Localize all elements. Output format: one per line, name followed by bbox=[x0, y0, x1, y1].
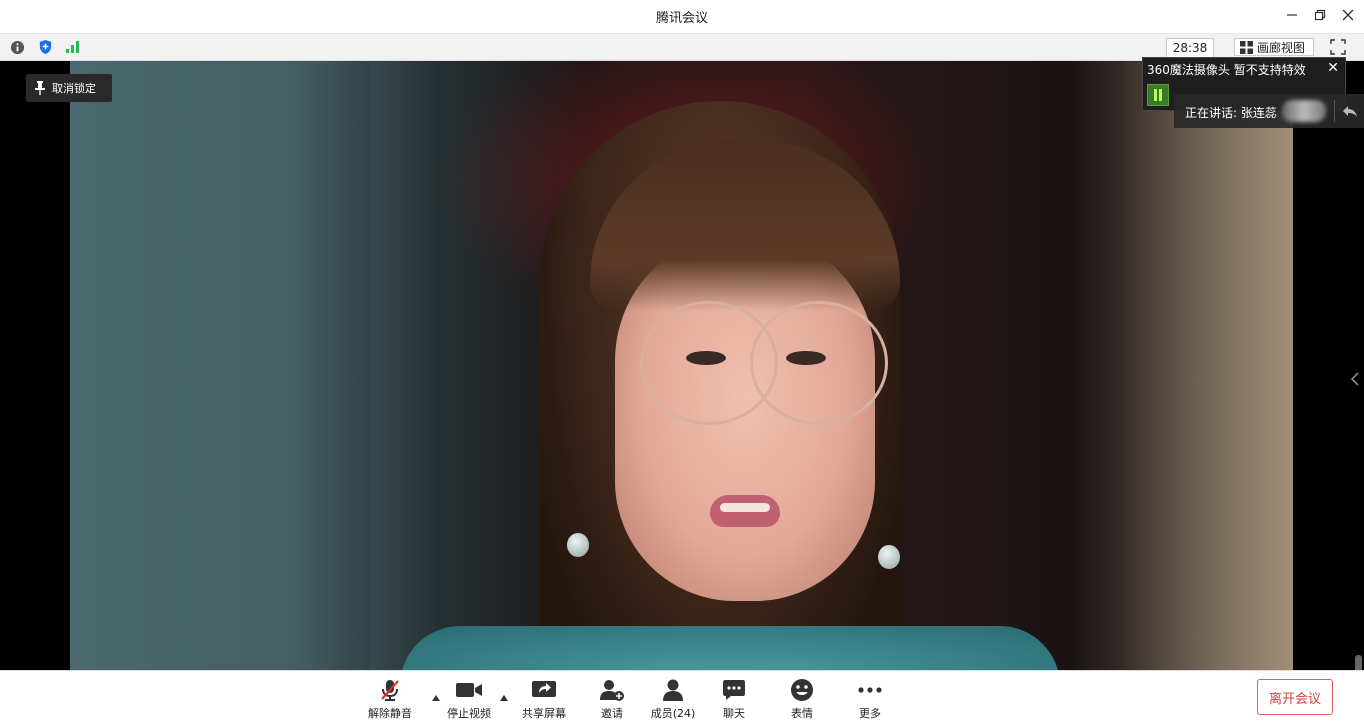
more-dots-icon bbox=[858, 687, 882, 693]
chat-button[interactable]: 聊天 bbox=[702, 677, 766, 721]
stop-video-button[interactable]: 停止视频 bbox=[437, 677, 501, 721]
video-options-caret[interactable] bbox=[499, 687, 509, 701]
network-status-button[interactable] bbox=[65, 39, 81, 55]
camera-widget-title: 360魔法摄像头 暂不支持特效 bbox=[1147, 63, 1306, 77]
close-button[interactable] bbox=[1336, 4, 1360, 26]
video-camera-icon bbox=[456, 683, 482, 697]
meeting-toolbar: 解除静音 停止视频 共享屏幕 邀请 成员(24) 聊天 表情 更多 离开会议 bbox=[0, 670, 1364, 727]
gallery-view-label: 画廊视图 bbox=[1257, 40, 1306, 55]
info-button[interactable] bbox=[9, 39, 25, 55]
add-user-icon bbox=[600, 680, 624, 701]
restore-icon bbox=[1314, 9, 1326, 21]
side-panel-toggle[interactable] bbox=[1349, 370, 1361, 388]
gallery-view-button[interactable]: 画廊视图 bbox=[1234, 38, 1314, 56]
microphone-muted-icon bbox=[381, 680, 399, 701]
close-icon bbox=[1342, 9, 1354, 21]
fullscreen-button[interactable] bbox=[1330, 39, 1350, 55]
grid-icon bbox=[1240, 40, 1253, 54]
members-button[interactable]: 成员(24) bbox=[641, 677, 705, 721]
invite-button[interactable]: 邀请 bbox=[580, 677, 644, 721]
share-screen-icon bbox=[532, 681, 556, 697]
emoji-button[interactable]: 表情 bbox=[770, 677, 834, 721]
glasses-lens bbox=[750, 301, 888, 425]
caret-up-icon bbox=[500, 695, 508, 701]
unmute-button[interactable]: 解除静音 bbox=[358, 677, 422, 721]
unpin-video-button[interactable]: 取消锁定 bbox=[26, 74, 112, 102]
more-button[interactable]: 更多 bbox=[838, 677, 902, 721]
invite-label: 邀请 bbox=[601, 707, 623, 720]
restore-button[interactable] bbox=[1308, 4, 1332, 26]
signal-bars-icon bbox=[66, 41, 79, 53]
camera-pause-button[interactable] bbox=[1147, 84, 1169, 106]
security-button[interactable] bbox=[37, 39, 53, 55]
chevron-left-icon bbox=[1350, 372, 1359, 386]
redacted-name bbox=[1282, 100, 1326, 122]
speaking-return-button[interactable] bbox=[1342, 103, 1358, 119]
chat-bubble-icon bbox=[723, 680, 745, 700]
speaking-now-banner: 正在讲话: 张连蕊 bbox=[1174, 94, 1364, 128]
reply-arrow-icon bbox=[1343, 106, 1357, 117]
title-bar: 腾讯会议 bbox=[0, 0, 1364, 34]
speaking-now-label: 正在讲话: 张连蕊 bbox=[1185, 106, 1277, 120]
minimize-icon bbox=[1287, 14, 1297, 16]
stop-video-label: 停止视频 bbox=[447, 707, 491, 720]
unpin-label: 取消锁定 bbox=[52, 82, 96, 95]
chat-label: 聊天 bbox=[723, 707, 745, 720]
fullscreen-icon bbox=[1330, 39, 1346, 55]
members-label: 成员(24) bbox=[650, 707, 696, 720]
smiley-icon bbox=[791, 679, 813, 701]
minimize-button[interactable] bbox=[1280, 4, 1304, 26]
shield-icon bbox=[39, 39, 51, 55]
unmute-label: 解除静音 bbox=[368, 707, 412, 720]
leave-meeting-button[interactable]: 离开会议 bbox=[1257, 679, 1333, 715]
window-title: 腾讯会议 bbox=[655, 11, 708, 26]
user-icon bbox=[663, 679, 683, 701]
pin-icon bbox=[35, 81, 45, 95]
camera-widget-close-button[interactable]: ✕ bbox=[1327, 60, 1339, 76]
meeting-timer: 28:38 bbox=[1166, 38, 1214, 58]
info-icon bbox=[10, 40, 24, 54]
pause-icon bbox=[1154, 89, 1162, 101]
more-label: 更多 bbox=[859, 707, 881, 720]
share-screen-label: 共享屏幕 bbox=[522, 707, 566, 720]
share-screen-button[interactable]: 共享屏幕 bbox=[512, 677, 576, 721]
emoji-label: 表情 bbox=[791, 707, 813, 720]
speaker-video-feed[interactable] bbox=[70, 61, 1293, 670]
